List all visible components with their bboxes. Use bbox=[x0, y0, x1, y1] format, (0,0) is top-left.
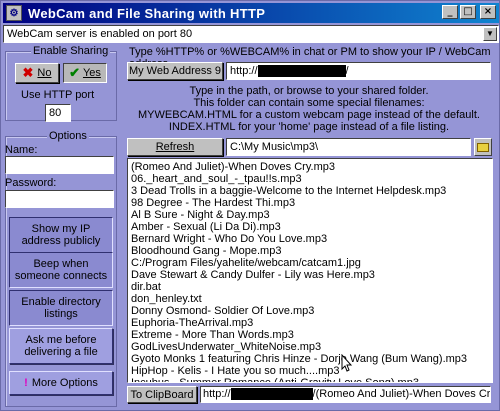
web-address-field[interactable]: http:/// bbox=[226, 62, 491, 80]
file-list-item[interactable]: Donny Osmond- Soldier Of Love.mp3 bbox=[131, 305, 492, 317]
more-options-button[interactable]: ! More Options bbox=[9, 371, 113, 395]
status-text: WebCam server is enabled on port 80 bbox=[7, 28, 193, 40]
my-web-address-button[interactable]: My Web Address 9 bbox=[127, 62, 223, 80]
folder-icon bbox=[477, 142, 489, 152]
left-panel: Enable Sharing ✖ No ✔ Yes Use HTTP port 80… bbox=[5, 45, 117, 407]
minimize-button[interactable]: _ bbox=[442, 5, 458, 19]
file-list-item[interactable]: GodLivesUnderwater_WhiteNoise.mp3 bbox=[131, 341, 492, 353]
shared-folder-path-input[interactable]: C:\My Music\mp3\ bbox=[226, 138, 471, 156]
mouse-cursor-icon bbox=[341, 354, 353, 372]
chevron-down-icon[interactable]: ▼ bbox=[483, 27, 497, 41]
file-list-item[interactable]: 3 Dead Trolls in a baggie-Welcome to the… bbox=[131, 185, 492, 197]
name-label: Name: bbox=[5, 144, 38, 156]
shared-file-list[interactable]: (Romeo And Juliet)-When Doves Cry.mp3 06.… bbox=[127, 158, 493, 383]
file-list-item[interactable]: 98 Degree - The Hardest Thi.mp3 bbox=[131, 197, 492, 209]
file-list-item[interactable]: Euphoria-TheArrival.mp3 bbox=[131, 317, 492, 329]
to-clipboard-button[interactable]: To ClipBoard bbox=[127, 386, 197, 403]
file-list-item[interactable]: don_henley.txt bbox=[131, 293, 492, 305]
options-label: Options bbox=[47, 130, 89, 142]
exclamation-icon: ! bbox=[24, 377, 28, 389]
file-url-field[interactable]: http:///(Romeo And Juliet)-When Doves Cr… bbox=[200, 386, 491, 403]
enable-sharing-label: Enable Sharing bbox=[31, 45, 111, 57]
file-list-item[interactable]: Amber - Sexual (Li Da Di).mp3 bbox=[131, 221, 492, 233]
file-list-item[interactable]: Bloodhound Gang - Mope.mp3 bbox=[131, 245, 492, 257]
x-icon: ✖ bbox=[22, 65, 34, 80]
window-title: WebCam and File Sharing with HTTP bbox=[28, 5, 266, 21]
file-list-item[interactable]: dir.bat bbox=[131, 281, 492, 293]
password-input[interactable] bbox=[5, 190, 114, 208]
sharing-no-button[interactable]: ✖ No bbox=[15, 63, 59, 83]
refresh-button[interactable]: Refresh bbox=[127, 138, 223, 156]
title-bar[interactable]: ⚙ WebCam and File Sharing with HTTP _ □ … bbox=[3, 3, 499, 23]
checkmark-icon: ✔ bbox=[69, 65, 80, 80]
file-list-item[interactable]: Bernard Wright - Who Do You Love.mp3 bbox=[131, 233, 492, 245]
file-list-item[interactable]: Incubus - Summer Romance (Anti-Gravity L… bbox=[131, 377, 492, 382]
beep-on-connect-button[interactable]: Beep when someone connects bbox=[9, 252, 113, 288]
redacted-ip bbox=[257, 65, 346, 78]
file-list-item[interactable]: HipHop - Kelis - I Hate you so much....m… bbox=[131, 365, 492, 377]
file-list-item[interactable]: (Romeo And Juliet)-When Doves Cry.mp3 bbox=[131, 161, 492, 173]
browse-folder-button[interactable] bbox=[474, 138, 492, 156]
file-list-item[interactable]: Dave Stewart & Candy Dulfer - Lily was H… bbox=[131, 269, 492, 281]
maximize-button[interactable]: □ bbox=[460, 5, 476, 19]
ask-before-delivering-button[interactable]: Ask me before delivering a file bbox=[9, 328, 113, 364]
status-combobox[interactable]: WebCam server is enabled on port 80 ▼ bbox=[3, 25, 499, 43]
file-list-item[interactable]: Gyoto Monks 1 featuring Chris Hinze - Do… bbox=[131, 353, 492, 365]
file-list-item[interactable]: 06._heart_and_soul_-_tpau!!s.mp3 bbox=[131, 173, 492, 185]
file-list-item[interactable]: Extreme - More Than Words.mp3 bbox=[131, 329, 492, 341]
show-ip-button[interactable]: Show my IP address publicly bbox=[9, 217, 113, 253]
sharing-yes-button[interactable]: ✔ Yes bbox=[63, 63, 107, 83]
file-list-item[interactable]: Al B Sure - Night & Day.mp3 bbox=[131, 209, 492, 221]
http-port-label: Use HTTP port bbox=[21, 89, 95, 101]
close-button[interactable]: × bbox=[480, 5, 496, 19]
file-list-item[interactable]: C:/Program Files/yahelite/webcam/catcam1… bbox=[131, 257, 492, 269]
app-icon: ⚙ bbox=[6, 5, 22, 21]
password-label: Password: bbox=[5, 177, 57, 189]
redacted-ip bbox=[230, 388, 313, 401]
http-port-input[interactable]: 80 bbox=[45, 104, 71, 122]
info-text: Type in the path, or browse to your shar… bbox=[138, 85, 480, 133]
main-window: ⚙ WebCam and File Sharing with HTTP _ □ … bbox=[0, 0, 500, 411]
name-input[interactable] bbox=[5, 156, 114, 174]
enable-directory-listings-button[interactable]: Enable directory listings bbox=[9, 290, 113, 326]
